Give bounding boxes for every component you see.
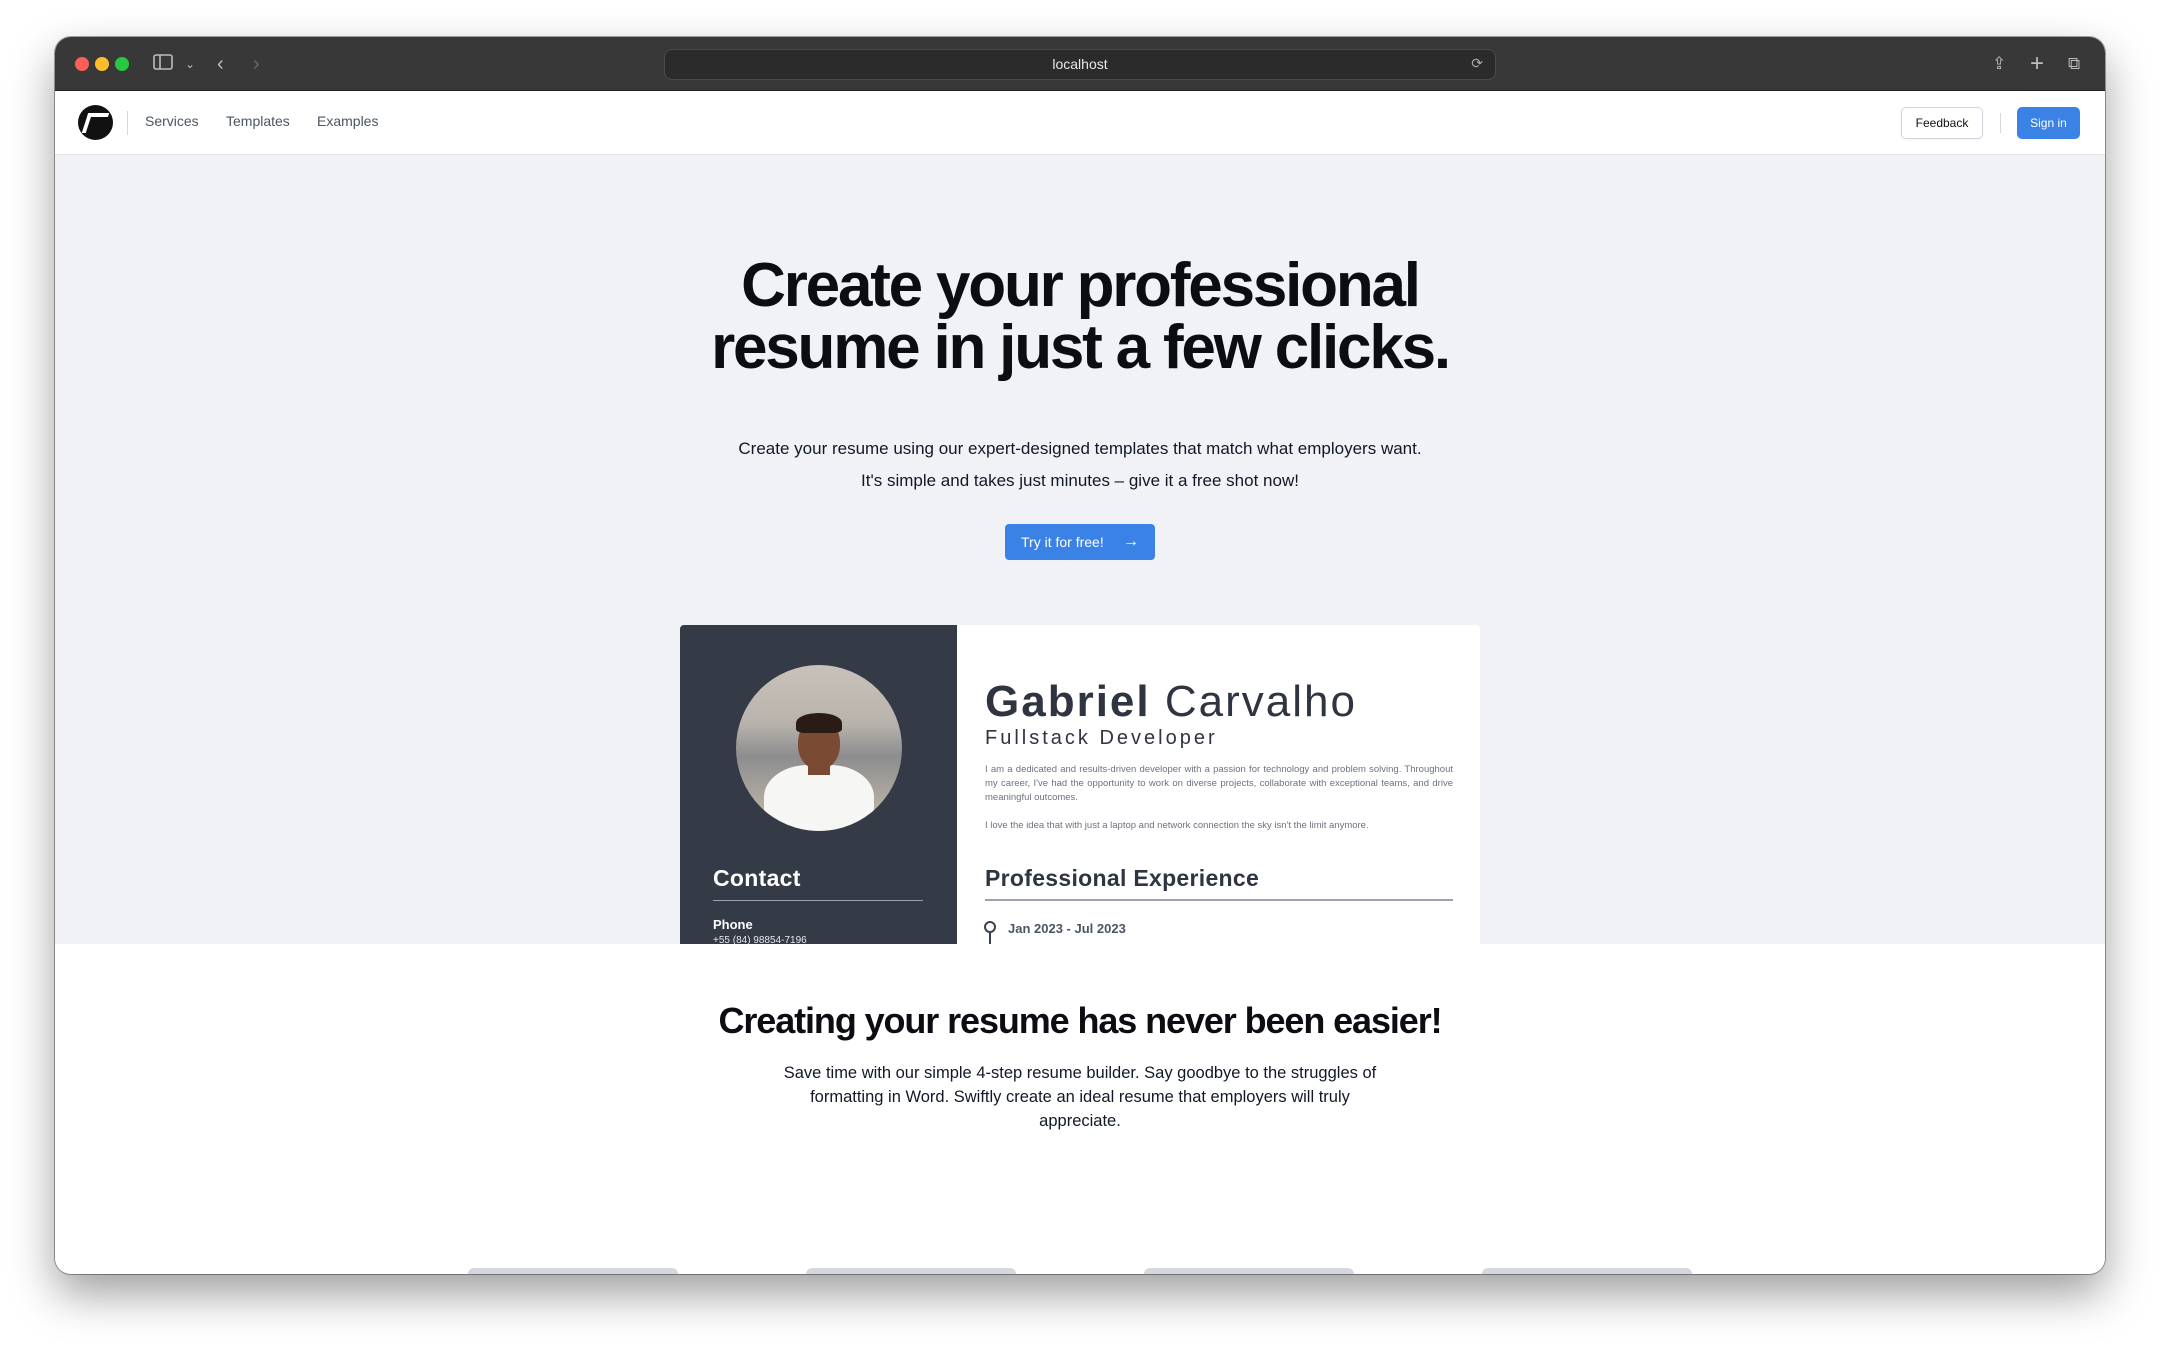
nav-link-examples[interactable]: Examples — [317, 113, 378, 129]
section-description: Save time with our simple 4-step resume … — [783, 1064, 1377, 1130]
resume-sidebar: Contact Phone +55 (84) 98854-7196 — [680, 625, 957, 944]
resume-bio: I am a dedicated and results-driven deve… — [985, 763, 1453, 833]
brand-logo[interactable] — [78, 105, 113, 140]
chevron-down-icon[interactable]: ⌄ — [185, 50, 195, 78]
hero-subtitle-line: It's simple and takes just minutes – giv… — [861, 471, 1299, 490]
nav-link-services[interactable]: Services — [145, 113, 199, 129]
phone-label: Phone — [713, 917, 753, 932]
step-card — [468, 1268, 678, 1274]
step-card — [1144, 1268, 1354, 1274]
url-text: localhost — [1052, 56, 1108, 72]
step-card — [1482, 1268, 1692, 1274]
nav-divider — [127, 111, 128, 135]
share-icon[interactable]: ⇪ — [1992, 50, 2006, 78]
divider — [985, 899, 1453, 901]
feedback-button[interactable]: Feedback — [1901, 107, 1983, 139]
phone-value: +55 (84) 98854-7196 — [713, 935, 807, 944]
new-tab-icon[interactable]: + — [2030, 50, 2044, 78]
bio-paragraph: I love the idea that with just a laptop … — [985, 820, 1369, 831]
divider — [713, 900, 923, 901]
nav-divider — [2000, 113, 2001, 133]
contact-heading: Contact — [713, 865, 801, 891]
try-for-free-label: Try it for free! — [1021, 534, 1104, 550]
address-bar[interactable]: localhost ⟳ — [664, 49, 1496, 80]
resume-preview: Contact Phone +55 (84) 98854-7196 Gabrie… — [680, 625, 1480, 944]
hero-subtitle-line: Create your resume using our expert-desi… — [738, 439, 1422, 458]
experience-heading: Professional Experience — [985, 865, 1260, 891]
sign-in-button[interactable]: Sign in — [2017, 107, 2080, 139]
job-title: Fullstack Developer — [985, 727, 1218, 749]
sidebar-toggle-icon[interactable] — [153, 50, 173, 78]
minimize-window-button[interactable] — [95, 57, 109, 71]
first-name: Gabriel — [985, 677, 1151, 726]
browser-titlebar: ⌄ ‹ › localhost ⟳ ⇪ + ⧉ — [55, 37, 2105, 91]
zoom-window-button[interactable] — [115, 57, 129, 71]
experience-date: Jan 2023 - Jul 2023 — [1008, 921, 1126, 936]
browser-window: ⌄ ‹ › localhost ⟳ ⇪ + ⧉ Services Templat… — [55, 37, 2105, 1274]
avatar — [736, 665, 902, 831]
resume-name: Gabriel Carvalho — [985, 677, 1357, 727]
hero-title: Create your professional resume in just … — [711, 251, 1451, 382]
nav-link-templates[interactable]: Templates — [226, 113, 290, 129]
arrow-right-icon: → — [1123, 533, 1139, 550]
try-for-free-button[interactable]: Try it for free! → — [1005, 524, 1155, 560]
last-name: Carvalho — [1164, 677, 1357, 726]
step-card — [806, 1268, 1016, 1274]
close-window-button[interactable] — [75, 57, 89, 71]
forward-icon[interactable]: › — [253, 50, 260, 78]
resume-main: Gabriel Carvalho Fullstack Developer I a… — [957, 625, 1480, 944]
hero-section: Create your professional resume in just … — [55, 155, 2105, 944]
bio-paragraph: I am a dedicated and results-driven deve… — [985, 764, 1453, 803]
tab-overview-icon[interactable]: ⧉ — [2068, 50, 2080, 78]
reload-icon[interactable]: ⟳ — [1471, 55, 1483, 72]
site-navbar: Services Templates Examples Feedback Sig… — [55, 91, 2105, 155]
features-section: Creating your resume has never been easi… — [55, 944, 2105, 1274]
hero-subtitle: Create your resume using our expert-desi… — [55, 433, 2105, 497]
back-icon[interactable]: ‹ — [217, 50, 224, 78]
section-title: Creating your resume has never been easi… — [718, 1000, 1442, 1041]
